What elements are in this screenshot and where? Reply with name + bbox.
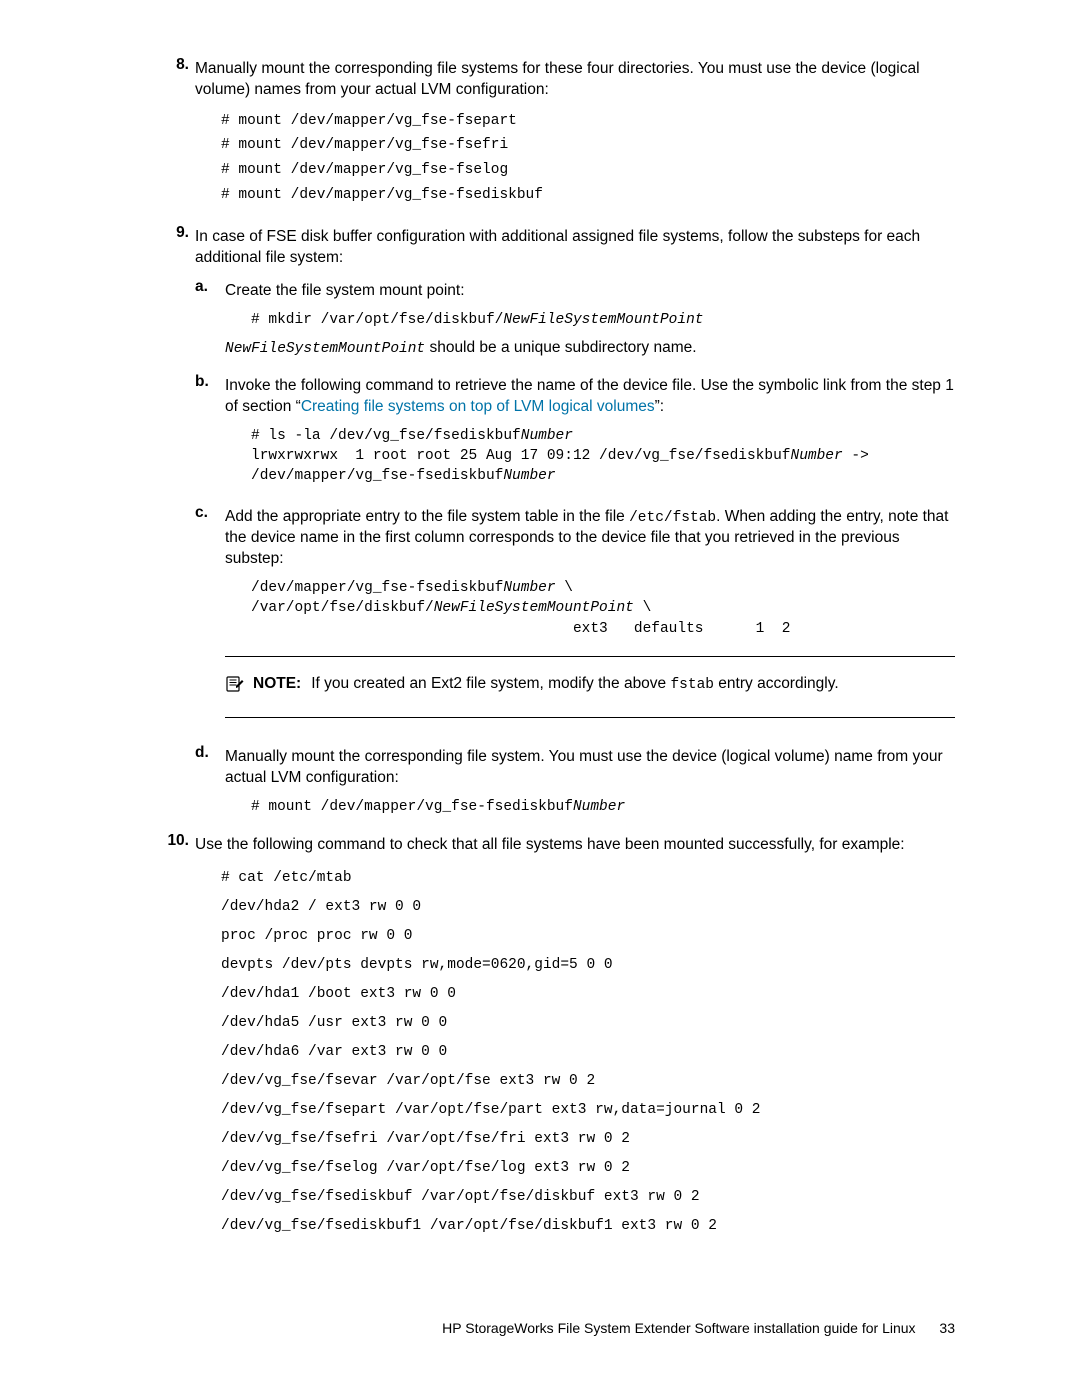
l2i: NewFileSystemMountPoint [434,600,634,616]
note-rule-bottom [225,717,955,718]
step-9b-text: Invoke the following command to retrieve… [225,376,955,418]
note-rule-top [225,656,955,657]
step-9d: d. Manually mount the corresponding file… [195,743,955,825]
c3i: Number [503,468,555,484]
step-8: 8. Manually mount the corresponding file… [155,55,955,215]
t1: Add the appropriate entry to the file sy… [225,508,629,525]
nm1: fstab [670,677,714,693]
nt2: entry accordingly. [714,675,839,692]
code-text: # mkdir /var/opt/fse/diskbuf/ [251,312,503,328]
t-post: ”: [655,398,664,415]
c1a: # ls -la /dev/vg_fse/fsediskbuf [251,428,521,444]
step-9d-code: # mount /dev/mapper/vg_fse-fsediskbufNum… [251,797,955,817]
inline-text: should be a unique subdirectory name. [425,339,696,356]
step-9b-code: # ls -la /dev/vg_fse/fsediskbufNumber lr… [251,426,955,487]
step-9d-text: Manually mount the corresponding file sy… [225,747,955,789]
step-9c-num: c. [195,503,225,735]
note-block: NOTE: If you created an Ext2 file system,… [225,674,955,700]
note-text: NOTE: If you created an Ext2 file system,… [253,674,839,696]
step-10-num: 10. [155,831,195,1249]
dca: # mount /dev/mapper/vg_fse-fsediskbuf [251,799,573,815]
m1: /etc/fstab [629,510,716,526]
step-8-num: 8. [155,55,195,215]
step-10-text: Use the following command to check that … [195,835,955,856]
step-9c-text: Add the appropriate entry to the file sy… [225,507,955,570]
c2i: Number [791,448,843,464]
inline-mono-italic: NewFileSystemMountPoint [225,341,425,357]
page-content: { "step8": { "num": "8.", "text": "Manua… [0,0,1080,1378]
c1i: Number [521,428,573,444]
step-10-code: # cat /etc/mtab /dev/hda2 / ext3 rw 0 0 … [221,864,955,1241]
step-8-text: Manually mount the corresponding file sy… [195,59,955,101]
l1a: /dev/mapper/vg_fse-fsediskbuf [251,580,503,596]
step-9a-after: NewFileSystemMountPoint should be a uniq… [225,338,955,360]
footer-page-number: 33 [939,1320,955,1336]
page-footer: HP StorageWorks File System Extender Sof… [155,1319,955,1338]
step-9: 9. In case of FSE disk buffer configurat… [155,223,955,825]
step-9a: a. Create the file system mount point: #… [195,277,955,364]
l3: ext3 defaults 1 2 [251,621,791,637]
c2b: -> [843,448,869,464]
nt1: If you created an Ext2 file system, modi… [311,675,670,692]
c2a: lrwxrwxrwx 1 root root 25 Aug 17 09:12 /… [251,448,791,464]
step-9a-num: a. [195,277,225,364]
step-9b: b. Invoke the following command to retri… [195,372,955,495]
step-9d-num: d. [195,743,225,825]
note-label: NOTE: [253,675,301,692]
link-creating-fs[interactable]: Creating file systems on top of LVM logi… [301,398,655,415]
step-9c-code: /dev/mapper/vg_fse-fsediskbufNumber \ /v… [251,578,955,639]
step-9-text: In case of FSE disk buffer configuration… [195,227,955,269]
step-9b-num: b. [195,372,225,495]
dci: Number [573,799,625,815]
note-icon [225,674,245,700]
step-9a-text: Create the file system mount point: [225,281,955,302]
c3a: /dev/mapper/vg_fse-fsediskbuf [251,468,503,484]
l2b: \ [634,600,651,616]
code-italic: NewFileSystemMountPoint [503,312,703,328]
step-9a-code: # mkdir /var/opt/fse/diskbuf/NewFileSyst… [251,310,955,330]
footer-title: HP StorageWorks File System Extender Sof… [442,1320,915,1336]
l2a: /var/opt/fse/diskbuf/ [251,600,434,616]
l1b: \ [556,580,573,596]
step-9-num: 9. [155,223,195,825]
step-8-code: # mount /dev/mapper/vg_fse-fsepart # mou… [221,109,955,208]
step-10: 10. Use the following command to check t… [155,831,955,1249]
l1i: Number [503,580,555,596]
step-9c: c. Add the appropriate entry to the file… [195,503,955,735]
